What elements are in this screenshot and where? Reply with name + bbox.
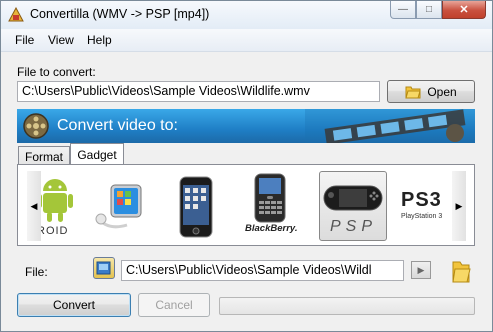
output-folder-icon: [96, 261, 111, 275]
menu-file[interactable]: File: [15, 33, 34, 47]
film-strip-icon: [305, 109, 475, 143]
psp-label: PSP: [330, 218, 378, 235]
open-button[interactable]: Open: [387, 80, 475, 103]
cancel-button[interactable]: Cancel: [138, 293, 210, 317]
device-android[interactable]: ROID: [41, 171, 77, 241]
maximize-icon: □: [425, 4, 433, 15]
ps3-label: PS3: [401, 189, 442, 211]
device-carousel: ROID: [41, 171, 452, 241]
device-ps3[interactable]: PS3 PlayStation 3: [399, 171, 452, 241]
ipod-nano-icon: [95, 184, 142, 229]
convert-button-label: Convert: [52, 298, 96, 312]
select-output-button[interactable]: [93, 257, 115, 279]
file-to-convert-label: File to convert:: [17, 65, 96, 79]
tab-format-label: Format: [24, 149, 63, 164]
tab-format[interactable]: Format: [18, 146, 70, 166]
arrow-right-icon: ▶: [455, 200, 463, 211]
menu-bar: File View Help: [1, 29, 492, 52]
scroll-right-button[interactable]: ▶: [452, 171, 466, 241]
banner-title: Convert video to:: [57, 117, 178, 134]
caption-buttons: — □ ✕: [390, 1, 486, 21]
close-button[interactable]: ✕: [442, 1, 486, 19]
play-icon: ▶: [417, 264, 425, 275]
minimize-icon: —: [398, 4, 408, 15]
tab-gadget-label: Gadget: [77, 147, 117, 162]
film-reel-icon: [23, 113, 49, 139]
device-blackberry[interactable]: BlackBerry.: [237, 171, 303, 241]
blackberry-label: BlackBerry.: [245, 223, 298, 234]
device-ipod-nano[interactable]: [89, 171, 153, 241]
output-file-label: File:: [25, 265, 48, 279]
folder-icon: [405, 86, 421, 98]
blackberry-icon: [254, 173, 286, 223]
android-icon: [41, 179, 73, 222]
convert-button[interactable]: Convert: [17, 293, 131, 317]
open-output-folder-button[interactable]: [451, 258, 471, 284]
output-file-input[interactable]: C:\Users\Public\Videos\Sample Videos\Wil…: [121, 260, 404, 281]
tab-gadget[interactable]: Gadget: [70, 143, 124, 165]
device-psp[interactable]: PSP: [319, 171, 387, 241]
scroll-left-button[interactable]: ◀: [27, 171, 41, 241]
conversion-progress-bar: [219, 297, 475, 315]
title-bar: Convertilla (WMV -> PSP [mp4]) — □ ✕: [1, 1, 492, 29]
maximize-button[interactable]: □: [416, 1, 442, 19]
app-icon: [8, 7, 24, 22]
open-button-label: Open: [427, 84, 457, 99]
minimize-button[interactable]: —: [390, 1, 416, 19]
ps3-sublabel: PlayStation 3: [401, 213, 443, 220]
app-window: Convertilla (WMV -> PSP [mp4]) — □ ✕ Fil…: [0, 0, 493, 332]
psp-icon: [323, 185, 383, 211]
cancel-button-label: Cancel: [155, 298, 193, 312]
open-folder-icon: [452, 261, 471, 283]
window-title: Convertilla (WMV -> PSP [mp4]): [30, 7, 210, 21]
menu-view[interactable]: View: [48, 33, 74, 47]
play-output-button[interactable]: ▶: [411, 261, 431, 279]
menu-help[interactable]: Help: [87, 33, 112, 47]
ipod-touch-icon: [179, 176, 213, 238]
device-ipod-touch[interactable]: [173, 171, 219, 241]
android-label: ROID: [41, 225, 69, 237]
source-file-input[interactable]: C:\Users\Public\Videos\Sample Videos\Wil…: [17, 81, 380, 102]
arrow-left-icon: ◀: [30, 200, 38, 211]
convert-banner: Convert video to:: [17, 109, 475, 143]
close-icon: ✕: [459, 4, 469, 16]
